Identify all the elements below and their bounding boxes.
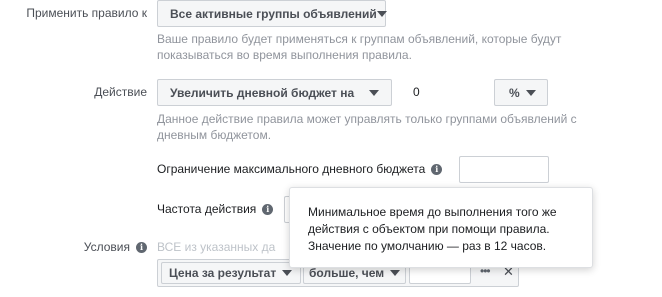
- apply-rule-help-line2: показываться во время выполнения правила…: [157, 48, 412, 62]
- caret-down-icon: [376, 10, 387, 17]
- caret-down-icon: [369, 89, 379, 96]
- conditions-criteria-text: ВСЕ из указанных да: [157, 240, 276, 254]
- apply-rule-dropdown-value: Все активные группы объявлений: [170, 6, 377, 21]
- action-unit-value: %: [509, 85, 520, 100]
- action-help-line1: Данное действие правила может управлять …: [157, 112, 577, 126]
- budget-limit-text: Ограничение максимального дневного бюдже…: [157, 162, 426, 176]
- info-icon[interactable]: i: [262, 203, 274, 215]
- conditions-label: Условия i: [0, 240, 147, 254]
- action-frequency-label: Частота действия i: [157, 202, 274, 216]
- tooltip-line3: Значение по умолчанию — раз в 12 часов.: [308, 239, 547, 253]
- info-icon[interactable]: i: [431, 163, 443, 175]
- action-amount-input[interactable]: 0: [413, 85, 420, 99]
- budget-limit-label: Ограничение максимального дневного бюдже…: [157, 162, 443, 176]
- action-help: Данное действие правила может управлять …: [157, 111, 627, 143]
- condition-metric-dropdown[interactable]: Цена за результат: [161, 262, 301, 284]
- caret-down-icon: [525, 89, 536, 96]
- action-dropdown-value: Увеличить дневной бюджет на: [170, 85, 355, 100]
- apply-rule-help-line1: Ваше правило будет применяться к группам…: [157, 32, 562, 46]
- action-frequency-text: Частота действия: [157, 202, 257, 216]
- action-dropdown[interactable]: Увеличить дневной бюджет на: [157, 79, 392, 106]
- action-help-line2: дневным бюджетом.: [157, 128, 272, 142]
- action-frequency-tooltip: Минимальное время до выполнения того же …: [289, 187, 593, 268]
- info-icon[interactable]: i: [136, 241, 147, 253]
- conditions-label-text: Условия: [83, 240, 130, 254]
- apply-rule-dropdown[interactable]: Все активные группы объявлений: [157, 0, 387, 27]
- budget-limit-input[interactable]: [459, 156, 549, 183]
- apply-rule-label: Применить правило к: [26, 6, 147, 20]
- tooltip-line1: Минимальное время до выполнения того же: [308, 205, 557, 219]
- action-unit-dropdown[interactable]: %: [494, 79, 548, 106]
- condition-operator-value: больше, чем: [309, 266, 385, 280]
- tooltip-line2: действия с объектом при помощи правила.: [308, 222, 550, 236]
- action-label: Действие: [94, 85, 147, 99]
- apply-rule-help: Ваше правило будет применяться к группам…: [157, 31, 627, 63]
- caret-down-icon: [282, 270, 293, 276]
- caret-down-icon: [390, 270, 401, 276]
- condition-metric-value: Цена за результат: [169, 266, 277, 280]
